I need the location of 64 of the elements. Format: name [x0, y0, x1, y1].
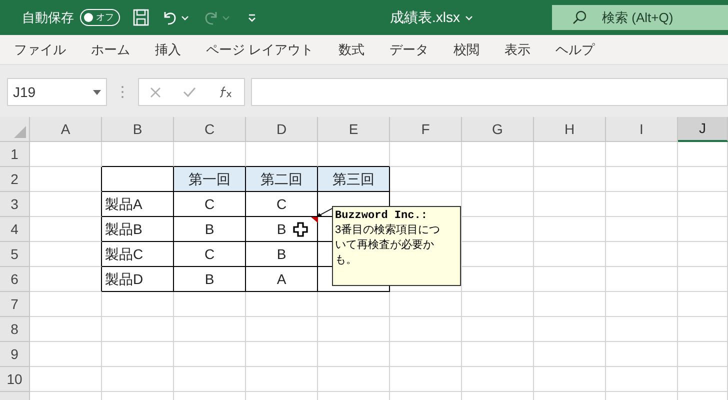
autosave-label: 自動保存	[22, 8, 74, 27]
table-cell: C	[174, 192, 246, 217]
drag-handle-icon[interactable]	[121, 85, 124, 99]
row-header[interactable]: 8	[0, 317, 30, 342]
column-header[interactable]: C	[174, 117, 246, 142]
row-header[interactable]: 9	[0, 342, 30, 367]
table-cell: B	[174, 217, 246, 242]
file-name: 成績表.xlsx	[390, 8, 460, 27]
row-header[interactable]: 10	[0, 367, 30, 392]
row-header[interactable]: 1	[0, 142, 30, 167]
search-field[interactable]: 検索 (Alt+Q)	[552, 5, 728, 30]
table-cell: 製品C	[102, 242, 174, 267]
column-header[interactable]: F	[390, 117, 462, 142]
ribbon-tab[interactable]: 表示	[504, 40, 531, 60]
column-header[interactable]: D	[246, 117, 318, 142]
column-header[interactable]: I	[606, 117, 678, 142]
name-box[interactable]: J19	[7, 78, 107, 106]
table-cell: B	[246, 242, 318, 267]
comment-indicator-icon	[311, 217, 318, 223]
column-header[interactable]: J	[678, 117, 728, 142]
table-cell: 製品B	[102, 217, 174, 242]
ribbon-tab[interactable]: 数式	[338, 40, 365, 60]
comment-text: 3番目の検索項目について再検査が必要かも。	[335, 223, 442, 268]
ribbon-tab[interactable]: ホーム	[91, 40, 130, 60]
ribbon-tab[interactable]: ヘルプ	[556, 40, 595, 60]
row-header[interactable]: 7	[0, 292, 30, 317]
customize-toolbar-icon[interactable]	[247, 14, 257, 22]
formula-input[interactable]	[251, 78, 728, 106]
table-cell: 製品D	[102, 267, 174, 292]
insert-function-icon[interactable]	[218, 86, 233, 98]
table-cell: C	[174, 242, 246, 267]
ribbon-tab[interactable]: 挿入	[155, 40, 181, 60]
row-header[interactable]: 3	[0, 192, 30, 217]
autosave-toggle[interactable]: オフ	[80, 9, 120, 26]
table-header-cell: 第三回	[318, 167, 390, 192]
table-cell: B	[174, 267, 246, 292]
ribbon-tab[interactable]: データ	[390, 40, 429, 60]
dropdown-icon[interactable]	[93, 90, 101, 94]
select-all-icon[interactable]	[14, 126, 26, 138]
column-header[interactable]: H	[534, 117, 606, 142]
row-header[interactable]: 2	[0, 167, 30, 192]
ribbon-tab[interactable]: ファイル	[14, 40, 66, 60]
ribbon-tab[interactable]: ページ レイアウト	[206, 40, 314, 60]
column-header[interactable]: B	[102, 117, 174, 142]
check-icon[interactable]	[183, 87, 196, 97]
plus-cursor-icon	[293, 222, 308, 237]
cancel-icon[interactable]	[150, 86, 162, 98]
row-header[interactable]: 6	[0, 267, 30, 292]
row-header[interactable]: 5	[0, 242, 30, 267]
search-icon	[572, 10, 587, 25]
column-header[interactable]: A	[30, 117, 102, 142]
save-icon[interactable]	[133, 9, 149, 26]
table-header-cell: 第一回	[174, 167, 246, 192]
table-cell: 製品A	[102, 192, 174, 217]
table-cell: A	[246, 267, 318, 292]
column-header[interactable]: G	[462, 117, 534, 142]
table-header-cell: 第二回	[246, 167, 318, 192]
comment-author: Buzzword Inc.:	[335, 209, 428, 223]
leader-line	[316, 207, 333, 218]
ribbon-tab[interactable]: 校閲	[454, 40, 480, 60]
row-header[interactable]: 4	[0, 217, 30, 242]
table-cell: C	[246, 192, 318, 217]
undo-icon[interactable]	[162, 10, 178, 26]
column-header[interactable]: E	[318, 117, 390, 142]
